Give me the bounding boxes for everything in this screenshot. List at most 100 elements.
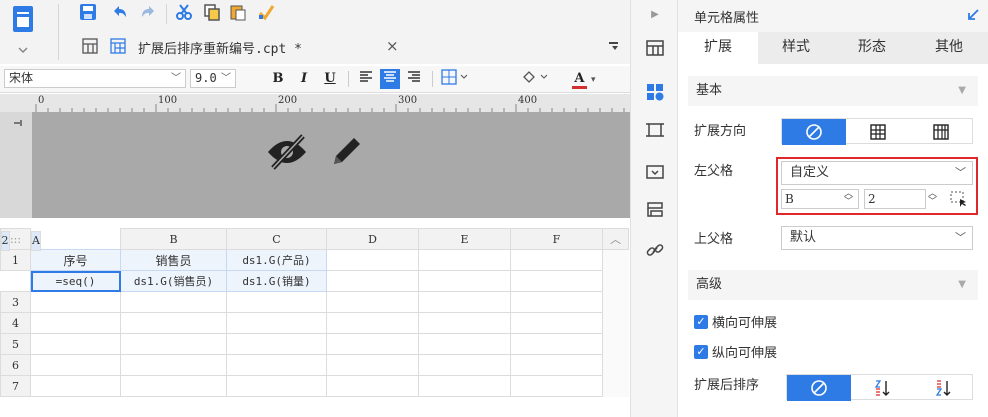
cell-F4[interactable] — [510, 312, 603, 334]
cell-E5[interactable] — [418, 333, 511, 355]
pick-cell-icon[interactable] — [950, 190, 968, 211]
row-stepper-icon[interactable]: ︿ ﹀ — [928, 190, 937, 207]
cell-B3[interactable] — [120, 291, 227, 313]
tab-menu-icon[interactable] — [608, 40, 620, 55]
cell-A6[interactable] — [30, 354, 121, 376]
cell-C7[interactable] — [226, 375, 327, 397]
cell-C4[interactable] — [226, 312, 327, 334]
column-header[interactable]: F — [510, 228, 603, 250]
column-header[interactable]: D — [326, 228, 419, 250]
hide-icon[interactable] — [265, 134, 309, 173]
column-header[interactable]: C — [226, 228, 327, 250]
cell-A7[interactable] — [30, 375, 121, 397]
sort-descending-icon[interactable] — [913, 375, 972, 401]
horizontal-expand-button[interactable] — [910, 119, 972, 145]
template-icon[interactable] — [645, 38, 665, 58]
column-header[interactable]: A — [31, 231, 41, 251]
cell-D3[interactable] — [326, 291, 419, 313]
cell-F7[interactable] — [510, 375, 603, 397]
italic-button[interactable]: I — [294, 69, 314, 89]
font-family-select[interactable]: 宋体 ﹀ — [4, 69, 186, 88]
cell-C1[interactable]: ds1.G(产品) — [226, 249, 327, 271]
row-header[interactable]: 3 — [0, 291, 31, 313]
condition-attributes-icon[interactable] — [645, 200, 665, 220]
cell-F3[interactable] — [510, 291, 603, 313]
cell-B5[interactable] — [120, 333, 227, 355]
align-right-icon[interactable] — [404, 69, 424, 89]
cell-C2[interactable]: ds1.G(销量) — [226, 270, 327, 292]
cell-F1[interactable] — [510, 249, 603, 271]
edit-icon[interactable] — [328, 134, 364, 173]
no-sort-button[interactable] — [787, 375, 851, 401]
cell-D6[interactable] — [326, 354, 419, 376]
cell-F5[interactable] — [510, 333, 603, 355]
cell-E1[interactable] — [418, 249, 511, 271]
cell-E7[interactable] — [418, 375, 511, 397]
cell-D7[interactable] — [326, 375, 419, 397]
cell-D1[interactable] — [326, 249, 419, 271]
row-header[interactable]: 6 — [0, 354, 31, 376]
bold-button[interactable]: B — [268, 69, 288, 89]
save-icon[interactable] — [78, 2, 98, 22]
cell-B6[interactable] — [120, 354, 227, 376]
cell-E3[interactable] — [418, 291, 511, 313]
app-logo-icon[interactable] — [10, 4, 36, 60]
scrollbar-track[interactable] — [602, 333, 629, 355]
scrollbar-track[interactable] — [602, 375, 629, 397]
scrollbar-track[interactable] — [602, 354, 629, 376]
cell-D5[interactable] — [326, 333, 419, 355]
cell-E2[interactable] — [418, 270, 511, 292]
align-center-icon[interactable] — [380, 69, 400, 89]
row-header[interactable]: 5 — [0, 333, 31, 355]
row-header[interactable]: 4 — [0, 312, 31, 334]
cell-C5[interactable] — [226, 333, 327, 355]
row-header[interactable]: 2 — [0, 231, 10, 251]
dock-arrow-icon[interactable] — [966, 8, 980, 25]
no-expand-button[interactable] — [782, 119, 846, 145]
widget-icon[interactable] — [645, 162, 665, 182]
underline-button[interactable]: U — [320, 69, 340, 89]
border-select-icon[interactable] — [440, 69, 470, 89]
hyperlink-icon[interactable] — [645, 240, 665, 260]
cell-B7[interactable] — [120, 375, 227, 397]
column-stepper-icon[interactable]: ︿ ﹀ — [844, 190, 853, 207]
horizontal-expand-checkbox[interactable]: ✓ 横向可伸展 — [694, 312, 777, 331]
column-header[interactable]: B — [120, 228, 227, 250]
format-painter-icon[interactable] — [256, 2, 276, 22]
file-tab[interactable]: 扩展后排序重新编号.cpt * × — [80, 34, 618, 62]
tab-style[interactable]: 样式 — [758, 32, 834, 64]
collapse-arrow-icon[interactable]: ▶ — [645, 4, 665, 24]
undo-icon[interactable] — [110, 2, 130, 22]
row-header[interactable]: 1 — [0, 249, 31, 271]
copy-icon[interactable] — [202, 2, 222, 22]
cell-E6[interactable] — [418, 354, 511, 376]
sort-ascending-icon[interactable] — [851, 375, 913, 401]
vertical-expand-button[interactable] — [846, 119, 910, 145]
cell-A4[interactable] — [30, 312, 121, 334]
cell-C3[interactable] — [226, 291, 327, 313]
tab-other[interactable]: 其他 — [910, 32, 988, 64]
cell-A2[interactable]: =seq() — [30, 270, 121, 292]
cell-attributes-icon[interactable] — [645, 82, 665, 102]
cell-B1[interactable]: 销售员 — [120, 249, 227, 271]
close-tab-icon[interactable]: × — [386, 37, 399, 55]
top-parent-select[interactable]: 默认 ﹀ — [781, 226, 973, 250]
left-parent-row-input[interactable]: 2 — [864, 189, 926, 209]
float-element-icon[interactable] — [645, 120, 665, 140]
cell-A3[interactable] — [30, 291, 121, 313]
cell-A5[interactable] — [30, 333, 121, 355]
row-header[interactable]: 7 — [0, 375, 31, 397]
cut-icon[interactable] — [174, 2, 194, 22]
cell-D2[interactable] — [326, 270, 419, 292]
cell-F6[interactable] — [510, 354, 603, 376]
cell-A1[interactable]: 序号 — [30, 249, 121, 271]
font-size-select[interactable]: 9.0 ﹀ — [190, 69, 236, 88]
paste-icon[interactable] — [228, 2, 248, 22]
scrollbar-track[interactable] — [602, 312, 629, 334]
section-basic[interactable]: 基本 ▼ — [688, 76, 978, 106]
scrollbar-track[interactable] — [602, 270, 629, 292]
scroll-up-icon[interactable]: ︿ — [602, 228, 629, 250]
column-header[interactable]: E — [418, 228, 511, 250]
vertical-expand-checkbox[interactable]: ✓ 纵向可伸展 — [694, 342, 777, 361]
text-color-button[interactable]: A ▾ — [564, 69, 604, 89]
